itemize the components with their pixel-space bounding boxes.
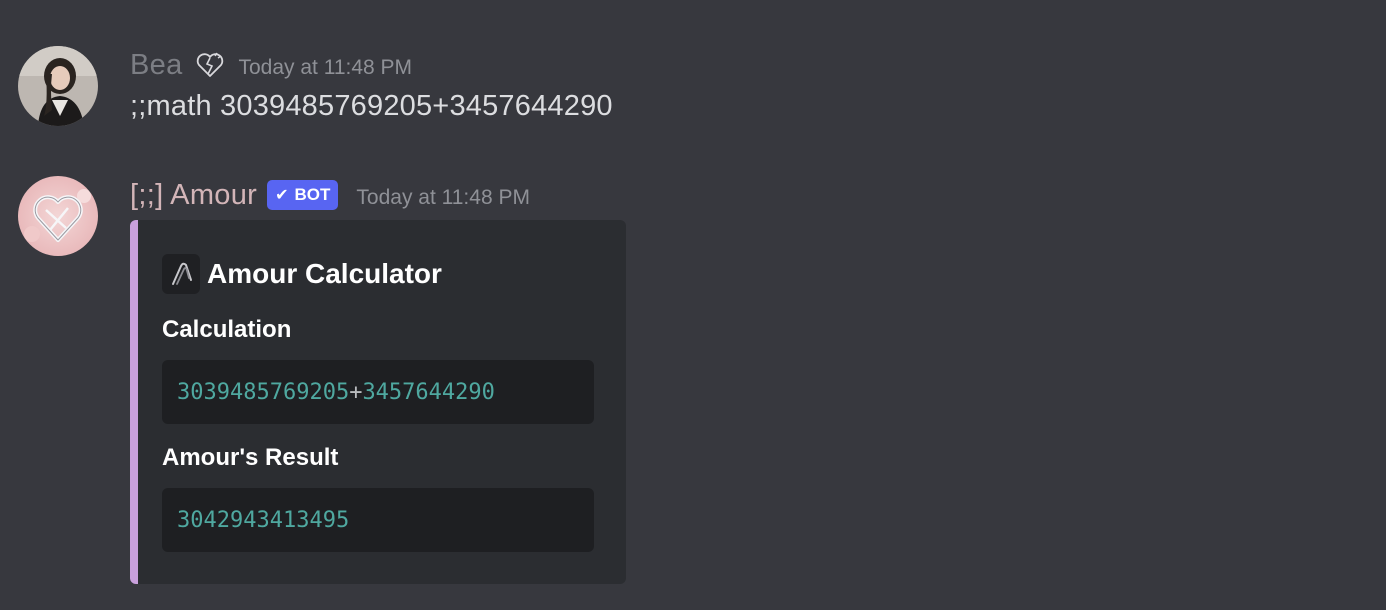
paperclip-icon <box>162 254 200 294</box>
embed-accent-bar <box>130 220 138 584</box>
bot-badge-label: BOT <box>294 185 331 204</box>
calculator-embed: Amour Calculator Calculation 30394857692… <box>130 220 626 584</box>
check-icon: ✔ <box>275 187 289 204</box>
bot-avatar[interactable] <box>18 176 98 256</box>
calc-operator: + <box>349 379 363 405</box>
username[interactable]: Bea <box>130 48 183 82</box>
embed-title: Amour Calculator <box>207 258 442 289</box>
result-value: 3042943413495 <box>177 507 350 533</box>
message-timestamp[interactable]: Today at 11:48 PM <box>356 186 530 210</box>
message-content: ;;math 3039485769205+3457644290 <box>130 90 613 122</box>
broken-heart-icon <box>195 50 225 80</box>
field-name-result: Amour's Result <box>162 444 339 471</box>
calc-operand-1: 3039485769205 <box>177 379 350 405</box>
chat-messages: Bea Today at 11:48 PM ;;math 30394857692… <box>0 0 1386 610</box>
calculation-code-block: 3039485769205 +3457644290 <box>162 360 594 424</box>
embed-header: Amour Calculator <box>162 254 442 294</box>
message-timestamp[interactable]: Today at 11:48 PM <box>239 56 413 80</box>
calc-operand-2: 3457644290 <box>362 379 495 405</box>
bot-badge: ✔ BOT <box>267 180 339 210</box>
field-name-calculation: Calculation <box>162 316 292 343</box>
result-code-block: 3042943413495 <box>162 488 594 552</box>
user-avatar[interactable] <box>18 46 98 126</box>
bot-username[interactable]: [;;] Amour <box>130 178 257 212</box>
